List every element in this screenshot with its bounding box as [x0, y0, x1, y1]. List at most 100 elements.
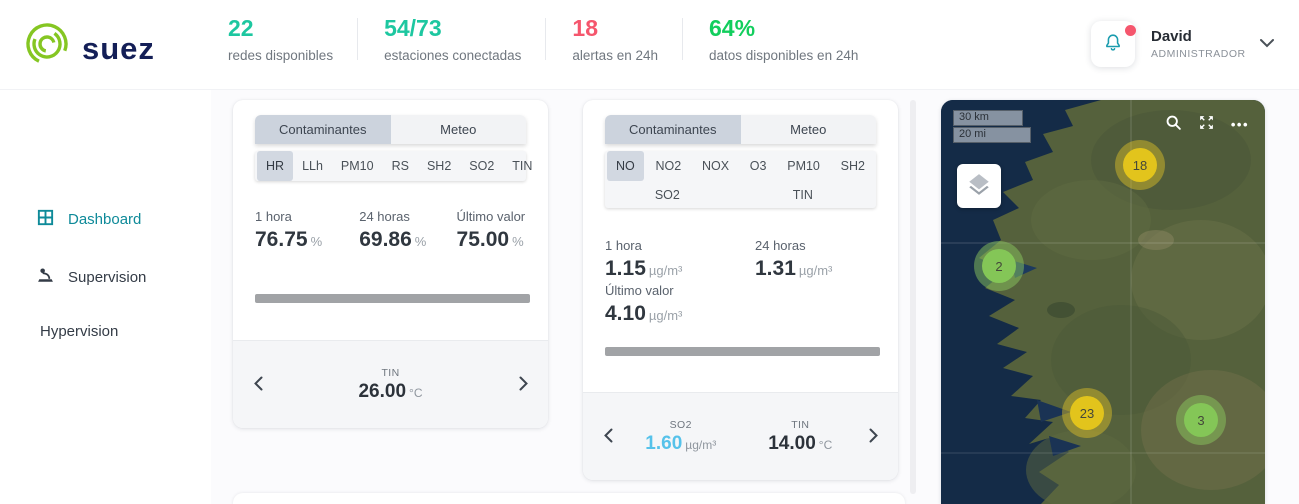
prev-param-button[interactable]	[595, 424, 621, 450]
footer-param-label: TIN	[791, 418, 810, 431]
param-chip-tin[interactable]: TIN	[503, 151, 541, 181]
footer-value-so2: SO2 1.60 µg/m³	[621, 419, 741, 455]
stat-24-horas: 24 horas 69.86%	[359, 209, 456, 252]
param-chip-no2[interactable]: NO2	[647, 151, 691, 181]
footer-value: 1.60 µg/m³	[645, 432, 717, 454]
param-chip-no[interactable]: NO	[607, 151, 644, 181]
card1-stats: 1 hora 76.75% 24 horas 69.86% Último val…	[255, 209, 526, 252]
tab-contaminantes[interactable]: Contaminantes	[605, 115, 741, 144]
map-panel[interactable]: 30 km 20 mi ••• 18 2 23 3	[941, 100, 1265, 504]
param-chip-pm10[interactable]: PM10	[778, 151, 829, 181]
map-marker-cluster[interactable]: 18	[1123, 148, 1157, 182]
footer-value-tin: TIN 14.00 °C	[741, 419, 861, 455]
card2-progress-bar	[605, 347, 880, 356]
notifications-button[interactable]	[1091, 21, 1136, 67]
top-header: suez 22 redes disponibles 54/73 estacion…	[0, 0, 1299, 90]
sidebar: Dashboard Supervision Hypervision	[0, 90, 211, 504]
next-param-button[interactable]	[860, 424, 886, 450]
stat-1-hora: 1 hora 76.75%	[255, 209, 359, 252]
stat-redes: 22 redes disponibles	[228, 15, 357, 63]
param-chip-tin[interactable]: TIN	[730, 181, 876, 208]
param-chip-sh2[interactable]: SH2	[418, 151, 460, 181]
stat-divider	[545, 18, 547, 60]
stat-value: 75.00%	[456, 228, 524, 251]
dashboard-grid-icon	[36, 208, 55, 231]
suez-logo[interactable]: suez	[22, 19, 155, 74]
param-chip-pm10[interactable]: PM10	[332, 151, 383, 181]
card1-param-chips: HR LLh PM10 RS SH2 SO2 TIN	[255, 151, 532, 181]
stat-value: 4.10 µg/m³	[605, 302, 683, 325]
stat-datos-value: 64%	[708, 15, 756, 41]
stat-ultimo-valor: Último valor 75.00%	[457, 209, 526, 252]
chevron-down-icon	[1259, 35, 1275, 53]
card1-tabbar: Contaminantes Meteo	[255, 115, 526, 144]
footer-value: 14.00 °C	[768, 432, 833, 454]
more-options-icon: •••	[1230, 116, 1249, 132]
param-chip-so2[interactable]: SO2	[605, 181, 730, 208]
fullscreen-icon	[1198, 114, 1215, 134]
map-marker-cluster[interactable]: 23	[1070, 396, 1104, 430]
map-marker-cluster[interactable]: 3	[1184, 403, 1218, 437]
map-search-button[interactable]	[1165, 114, 1182, 134]
header-stats: 22 redes disponibles 54/73 estaciones co…	[228, 15, 882, 63]
next-param-button[interactable]	[510, 372, 536, 398]
tab-contaminantes[interactable]: Contaminantes	[255, 115, 391, 144]
param-chip-so2[interactable]: SO2	[460, 151, 503, 181]
stat-redes-value: 22	[228, 15, 254, 41]
sidebar-item-dashboard[interactable]: Dashboard	[36, 208, 141, 231]
chevron-left-icon	[603, 428, 613, 446]
param-chip-rs[interactable]: RS	[383, 151, 418, 181]
stat-estaciones: 54/73 estaciones conectadas	[384, 15, 545, 63]
card2-tabbar: Contaminantes Meteo	[605, 115, 876, 144]
map-scale-km: 30 km	[953, 110, 1023, 126]
chevron-left-icon	[253, 376, 263, 394]
card2-footer: SO2 1.60 µg/m³ TIN 14.00 °C	[583, 392, 898, 480]
map-more-button[interactable]: •••	[1231, 117, 1249, 132]
param-chip-llh[interactable]: LLh	[293, 151, 332, 181]
layers-icon	[966, 172, 992, 201]
user-menu-button[interactable]	[1255, 31, 1279, 57]
user-role: ADMINISTRADOR	[1151, 48, 1246, 60]
stat-value: 1.15 µg/m³	[605, 257, 683, 280]
user-area: David ADMINISTRADOR	[1091, 21, 1279, 67]
stat-value: 76.75%	[255, 228, 323, 251]
tab-meteo[interactable]: Meteo	[740, 115, 876, 144]
prev-param-button[interactable]	[245, 372, 271, 398]
param-chip-sh2[interactable]: SH2	[832, 151, 874, 181]
param-chip-hr[interactable]: HR	[257, 151, 294, 181]
station-card-1: Contaminantes Meteo HR LLh PM10 RS SH2 S…	[233, 100, 548, 428]
stat-datos: 64% datos disponibles en 24h	[709, 15, 882, 63]
stat-label: 24 horas	[359, 209, 410, 224]
card1-footer: TIN 26.00 °C	[233, 340, 548, 428]
param-chip-o3[interactable]: O3	[741, 151, 776, 181]
bell-icon	[1102, 32, 1124, 57]
stat-1-hora: 1 hora 1.15 µg/m³	[605, 238, 755, 281]
satellite-map	[941, 100, 1265, 504]
sidebar-item-supervision[interactable]: Supervision	[36, 266, 146, 289]
suez-logo-icon	[22, 19, 72, 74]
joystick-icon	[36, 266, 55, 289]
user-name: David	[1151, 28, 1192, 45]
stat-label: 1 hora	[605, 238, 642, 253]
stat-estaciones-label: estaciones conectadas	[384, 47, 522, 63]
vertical-scrollbar[interactable]	[910, 100, 916, 494]
stat-estaciones-value: 54/73	[384, 15, 442, 41]
tab-meteo[interactable]: Meteo	[390, 115, 526, 144]
param-chip-nox[interactable]: NOX	[693, 151, 738, 181]
card1-progress-bar	[255, 294, 530, 303]
user-info[interactable]: David ADMINISTRADOR	[1151, 28, 1255, 60]
sidebar-item-label: Hypervision	[40, 323, 119, 340]
sidebar-item-hypervision[interactable]: Hypervision	[40, 323, 118, 340]
stat-alertas: 18 alertas en 24h	[572, 15, 682, 63]
footer-value-tin: TIN 26.00 °C	[271, 367, 510, 403]
stat-value: 1.31 µg/m³	[755, 257, 833, 280]
map-layers-button[interactable]	[957, 164, 1001, 208]
footer-param-label: TIN	[381, 366, 400, 379]
map-fullscreen-button[interactable]	[1198, 114, 1215, 134]
card2-param-chips: NO NO2 NOX O3 PM10 SH2 SO2 TIN	[605, 151, 876, 208]
map-marker-cluster[interactable]: 2	[982, 249, 1016, 283]
stat-label: 1 hora	[255, 209, 292, 224]
stat-24-horas: 24 horas 1.31 µg/m³	[755, 238, 876, 281]
chevron-right-icon	[519, 376, 528, 394]
stat-ultimo-valor: Último valor 4.10 µg/m³	[605, 283, 755, 326]
